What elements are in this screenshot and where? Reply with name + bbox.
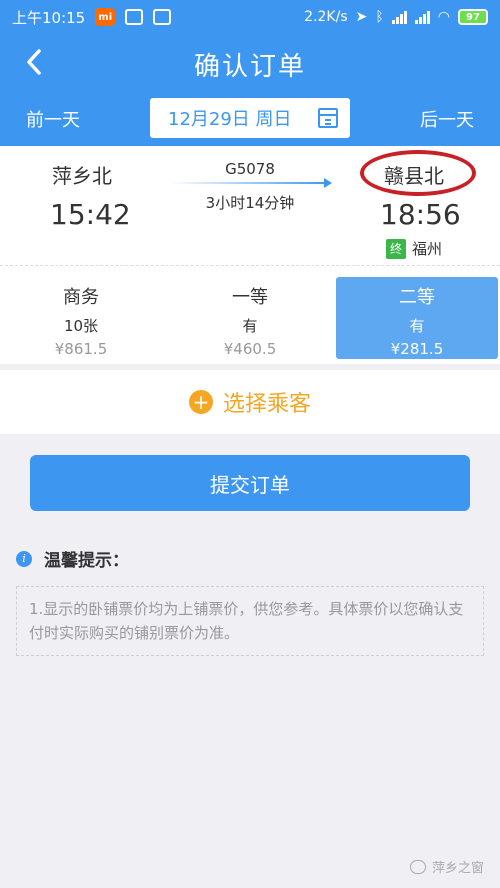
seat-availability: 有	[409, 317, 425, 335]
seat-option-first-class[interactable]: 一等 有 ¥460.5	[169, 277, 331, 359]
date-bar: 前一天 12月29日 周日 后一天	[0, 90, 500, 146]
seat-name: 商务	[63, 287, 99, 308]
terminal-station: 福州	[412, 240, 443, 258]
seat-name: 一等	[232, 287, 268, 308]
app-header: 确认订单	[0, 34, 500, 90]
train-app-icon	[153, 9, 172, 25]
battery-icon: 97	[458, 9, 488, 25]
arrival-station: 赣县北	[384, 164, 444, 188]
choose-passenger-button[interactable]: + 选择乘客	[0, 370, 500, 434]
next-day-button[interactable]: 后一天	[420, 106, 474, 132]
tips-header: i 温馨提示：	[16, 546, 129, 571]
seat-availability: 10张	[63, 317, 99, 335]
submit-order-button[interactable]: 提交订单	[30, 455, 470, 511]
seat-price: ¥281.5	[390, 340, 444, 358]
signal-icon-2	[414, 10, 430, 24]
network-speed: 2.2K/s	[304, 9, 348, 25]
page-title: 确认订单	[193, 52, 306, 82]
terminal-info: 终 福州	[386, 238, 442, 259]
tips-title: 温馨提示：	[44, 551, 129, 571]
seat-name: 二等	[399, 287, 435, 308]
seat-availability: 有	[242, 317, 258, 335]
prev-day-button[interactable]: 前一天	[26, 106, 80, 132]
terminal-badge: 终	[386, 238, 406, 259]
status-time: 上午10:15	[12, 8, 86, 27]
plus-icon: +	[188, 390, 213, 414]
signal-icon	[391, 10, 407, 24]
train-info-card: 萍乡北 15:42 G5078 3小时14分钟 赣县北 18:56 终 福州	[0, 146, 500, 266]
status-bar: 上午10:15 mi 2.2K/s ➤ ᛒ ◠ 97	[0, 0, 500, 34]
seat-option-second-class[interactable]: 二等 有 ¥281.5	[336, 277, 498, 359]
watermark: 萍乡之窗	[409, 857, 484, 876]
date-selector[interactable]: 12月29日 周日	[150, 98, 350, 138]
mi-app-icon: mi	[95, 8, 116, 26]
arrival-time: 18:56	[380, 198, 461, 231]
status-right: 2.2K/s ➤ ᛒ ◠ 97	[304, 9, 488, 25]
notification-app-icon	[125, 9, 144, 25]
tips-content: 1.显示的卧铺票价均为上铺票价，供您参考。具体票价以您确认支付时实际购买的铺别票…	[16, 586, 484, 656]
wechat-icon	[409, 859, 426, 874]
seat-price: ¥861.5	[54, 340, 108, 358]
seat-price: ¥460.5	[223, 340, 277, 358]
location-icon: ➤	[355, 9, 368, 25]
calendar-icon	[318, 108, 338, 128]
watermark-text: 萍乡之窗	[431, 861, 484, 876]
date-label: 12月29日 周日	[168, 109, 292, 130]
bluetooth-icon: ᛒ	[375, 9, 384, 25]
seat-class-selector: 商务 10张 ¥861.5 一等 有 ¥460.5 二等 有 ¥281.5	[0, 266, 500, 364]
info-icon: i	[16, 550, 32, 567]
route-arrow	[170, 178, 332, 188]
choose-passenger-label: 选择乘客	[222, 392, 311, 417]
status-left: 上午10:15 mi	[12, 7, 172, 28]
seat-option-business[interactable]: 商务 10张 ¥861.5	[0, 277, 162, 359]
wifi-icon: ◠	[437, 9, 450, 25]
